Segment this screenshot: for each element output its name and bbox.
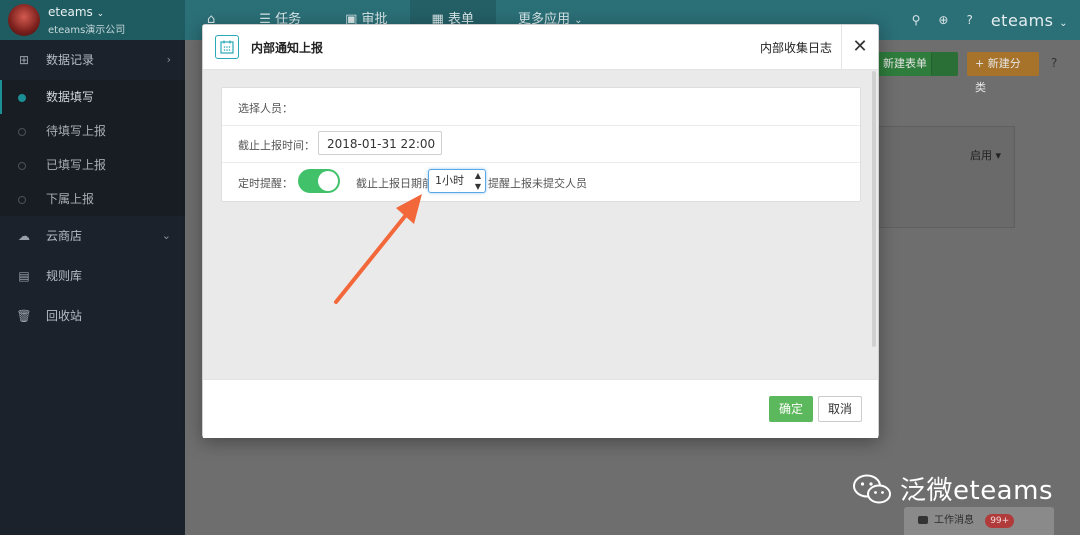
wechat-icon — [853, 474, 891, 503]
dialog-title: 内部通知上报 — [251, 41, 324, 55]
sidebar-item-cloud-store[interactable]: ☁ 云商店 ⌄ — [0, 216, 185, 256]
work-message-bar[interactable]: 工作消息 99+ — [904, 507, 1054, 535]
form-panel: 启用 ▾ — [875, 126, 1015, 228]
avatar[interactable] — [8, 4, 40, 36]
sidebar-sub-fill-data[interactable]: 数据填写 — [0, 80, 185, 114]
notice-report-dialog: 内部通知上报 内部收集日志 ✕ 选择人员： 截止上报时间： 2018-01-31… — [202, 24, 879, 438]
help-icon[interactable]: ? — [1051, 56, 1057, 70]
enable-dropdown[interactable]: 启用 ▾ — [970, 147, 1001, 163]
sidebar-item-label: 数据记录 — [46, 53, 95, 67]
top-right-tools: ⚲ ⊕ ? eteams ⌄ — [912, 0, 1068, 40]
dialog-header: 内部通知上报 内部收集日志 ✕ — [203, 25, 878, 70]
sidebar-item-label: 云商店 — [46, 229, 83, 243]
toggle-knob — [318, 171, 338, 191]
reminder-label: 定时提醒： — [238, 177, 293, 190]
chevron-down-icon: ⌄ — [1059, 17, 1068, 29]
reminder-after-text: 提醒上报未提交人员 — [488, 177, 587, 190]
watermark-text: 泛微eteams — [900, 476, 1053, 506]
help-icon[interactable]: ? — [966, 13, 972, 27]
sidebar-item-label: 规则库 — [46, 269, 83, 283]
cloud-icon: ☁ — [18, 229, 30, 243]
new-form-dropdown[interactable] — [931, 52, 958, 76]
sidebar-sub-label: 待填写上报 — [46, 124, 107, 138]
add-icon[interactable]: ⊕ — [938, 13, 948, 27]
dot-icon — [18, 128, 26, 136]
user-name[interactable]: eteams ⌄ — [48, 5, 104, 19]
chevron-right-icon: › — [166, 53, 171, 66]
caret-down-icon: ▾ — [995, 149, 1002, 162]
chevron-down-icon: ⌄ — [161, 229, 171, 242]
sidebar-sub-label: 下属上报 — [46, 192, 95, 206]
reminder-before-text: 截止上报日期前 — [356, 177, 433, 190]
sidebar-item-label: 回收站 — [46, 309, 83, 323]
close-icon[interactable]: ✕ — [841, 25, 878, 69]
grid-icon: ⊞ — [18, 53, 30, 67]
search-icon[interactable]: ⚲ — [912, 13, 921, 27]
sidebar-sub-pending[interactable]: 待填写上报 — [0, 114, 185, 148]
user-brand[interactable]: eteams ⌄ eteams演示公司 — [0, 0, 185, 40]
annotation-arrow — [334, 194, 422, 304]
sidebar-item-data-records[interactable]: ⊞ 数据记录 › — [0, 40, 185, 80]
chevron-down-icon: ⌄ — [96, 9, 105, 19]
company-name: eteams演示公司 — [48, 25, 126, 36]
server-icon: ▤ — [18, 269, 30, 283]
brand-logo[interactable]: eteams ⌄ — [991, 11, 1068, 30]
sidebar-sub-subordinates[interactable]: 下属上报 — [0, 182, 185, 216]
select-arrows-icon: ▲ ▼ — [474, 171, 481, 191]
dialog-scrollbar[interactable] — [872, 71, 876, 347]
sidebar-sub-label: 数据填写 — [46, 90, 95, 104]
sidebar: ⊞ 数据记录 › 数据填写 待填写上报 已填写上报 下属上报 ☁ 云商店 ⌄ ▤… — [0, 40, 185, 535]
confirm-button[interactable]: 确定 — [769, 396, 813, 422]
dot-icon — [18, 94, 26, 102]
reminder-interval-value: 1小时 — [435, 174, 464, 187]
deadline-label: 截止上报时间： — [238, 139, 315, 152]
sidebar-item-recycle[interactable]: 🗑 回收站 — [0, 296, 185, 336]
form-card: 选择人员： 截止上报时间： 2018-01-31 22:00 定时提醒： 截止上… — [221, 87, 861, 202]
sidebar-sub-label: 已填写上报 — [46, 158, 107, 172]
work-message-label: 工作消息 — [934, 515, 974, 526]
chat-icon — [918, 516, 928, 524]
dialog-footer: 确定 取消 — [203, 379, 878, 438]
watermark: 泛微eteams — [852, 470, 1053, 507]
new-category-button[interactable]: + 新建分类 — [967, 52, 1039, 94]
calendar-icon — [215, 35, 239, 59]
cancel-button[interactable]: 取消 — [818, 396, 862, 422]
reminder-row: 定时提醒： 截止上报日期前 1小时 ▲ ▼ 提醒上报未提交人员 — [222, 163, 860, 200]
reminder-interval-select[interactable]: 1小时 ▲ ▼ — [428, 169, 486, 193]
select-people-row[interactable]: 选择人员： — [222, 88, 860, 126]
deadline-row: 截止上报时间： 2018-01-31 22:00 — [222, 125, 860, 163]
sidebar-sub-submitted[interactable]: 已填写上报 — [0, 148, 185, 182]
sidebar-item-rules[interactable]: ▤ 规则库 — [0, 256, 185, 296]
dot-icon — [18, 162, 26, 170]
select-people-label: 选择人员： — [238, 102, 293, 115]
deadline-input[interactable]: 2018-01-31 22:00 — [318, 131, 442, 155]
unread-badge: 99+ — [985, 514, 1015, 528]
dot-icon — [18, 196, 26, 204]
trash-icon: 🗑 — [16, 309, 32, 323]
collection-log-link[interactable]: 内部收集日志 — [760, 39, 832, 56]
